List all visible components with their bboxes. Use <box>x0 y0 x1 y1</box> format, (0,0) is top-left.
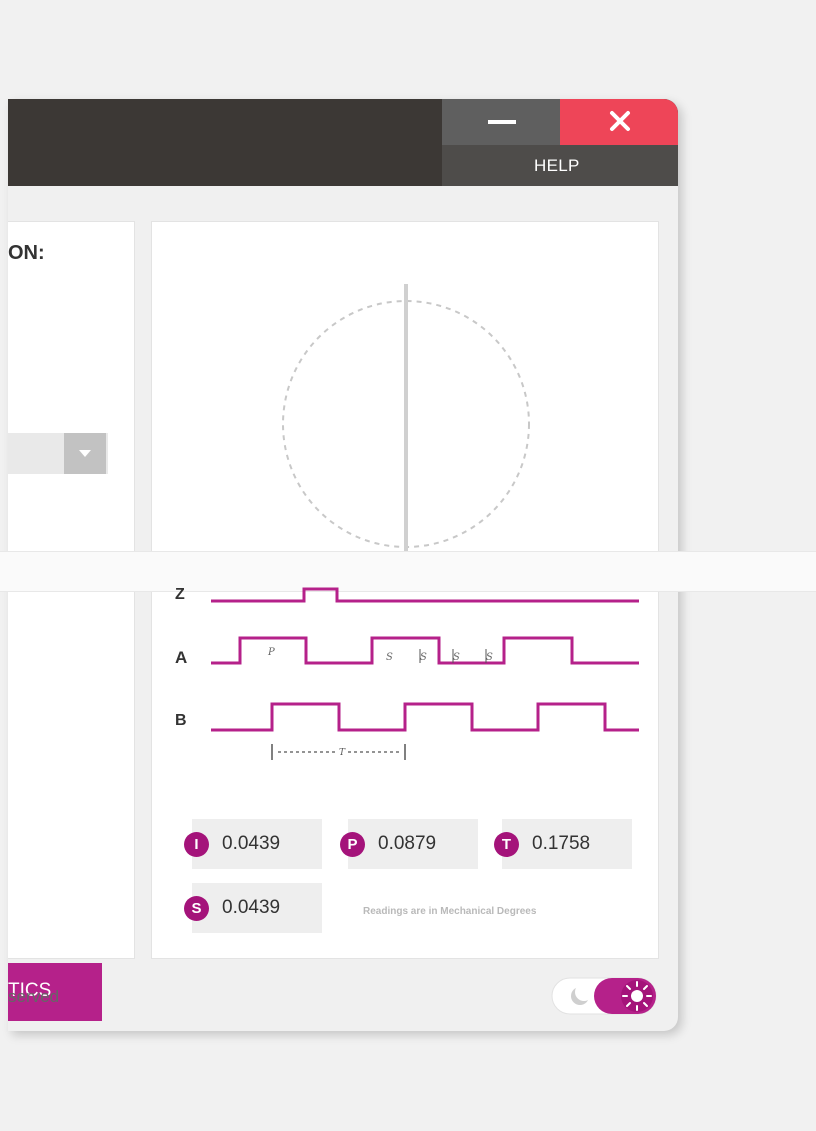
badge-t-icon: T <box>494 832 519 857</box>
reading-pulse: P 0.0879 <box>340 819 478 869</box>
minimize-button[interactable] <box>442 99 560 145</box>
channel-label-b: B <box>175 712 187 729</box>
close-icon <box>610 111 630 131</box>
chevron-down-icon[interactable] <box>64 433 106 474</box>
minimize-icon <box>488 120 516 124</box>
section-title: ON: <box>8 242 45 264</box>
pulse-label-p: P <box>267 647 275 658</box>
pulse-label-s: S <box>386 652 393 663</box>
quadrature-waveforms: Z A P S S S S B T <box>175 586 639 760</box>
channel-label-z: Z <box>175 586 185 603</box>
wave-b <box>211 702 639 732</box>
title-bar: HELP <box>8 99 678 186</box>
channel-label-a: A <box>175 648 187 667</box>
help-button[interactable]: HELP <box>442 145 678 186</box>
help-label: HELP <box>534 156 580 175</box>
badge-i-icon: I <box>184 832 209 857</box>
reading-period: T 0.1758 <box>494 819 632 869</box>
badge-p-icon: P <box>340 832 365 857</box>
badge-s-icon: S <box>184 896 209 921</box>
readings-note: Readings are in Mechanical Degrees <box>363 906 537 917</box>
reading-state: S 0.0439 <box>184 883 322 933</box>
pulse-label-s: S <box>420 652 427 663</box>
pulse-label-s: S <box>453 652 460 663</box>
theme-toggle-graphic <box>551 977 657 1015</box>
reading-index: I 0.0439 <box>184 819 322 869</box>
pulse-label-s: S <box>486 652 493 663</box>
encoder-dial <box>282 284 530 552</box>
reading-value: 0.0879 <box>378 833 437 854</box>
window-controls: HELP <box>442 99 678 186</box>
close-button[interactable] <box>560 99 678 145</box>
theme-toggle[interactable] <box>550 976 660 1016</box>
reading-value: 0.0439 <box>222 897 281 918</box>
configuration-select[interactable] <box>8 433 108 474</box>
reading-value: 0.1758 <box>532 833 591 854</box>
period-label: T <box>339 748 346 758</box>
reading-value: 0.0439 <box>222 833 281 854</box>
copyright-text: served <box>8 987 60 1006</box>
readings-panel: I 0.0439 P 0.0879 T 0.1758 S 0.0439 Read… <box>151 819 657 939</box>
wave-z <box>211 587 639 603</box>
sun-icon <box>621 980 653 1012</box>
